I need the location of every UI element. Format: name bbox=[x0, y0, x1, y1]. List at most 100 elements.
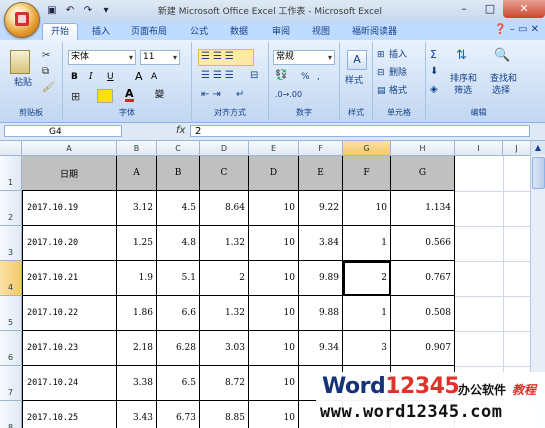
table-cell[interactable]: 6.28 bbox=[157, 331, 200, 366]
table-cell[interactable]: 10 bbox=[249, 366, 299, 401]
table-cell[interactable]: 2017.10.24 bbox=[22, 366, 117, 401]
shrink-font-button[interactable]: A bbox=[151, 70, 157, 84]
table-cell[interactable]: 1 bbox=[343, 296, 391, 331]
column-header-I[interactable]: I bbox=[455, 141, 503, 156]
format-cells-icon[interactable]: ▤ bbox=[377, 86, 386, 96]
column-header-G[interactable]: G bbox=[343, 141, 391, 156]
table-cell[interactable]: 2.18 bbox=[117, 331, 157, 366]
save-icon[interactable]: ▣ bbox=[44, 3, 60, 19]
column-header-C[interactable]: C bbox=[157, 141, 200, 156]
number-format-select[interactable]: 常规 bbox=[273, 50, 335, 65]
comma-button[interactable]: , bbox=[317, 70, 320, 84]
table-header-cell[interactable]: G bbox=[391, 156, 455, 191]
select-all-corner[interactable] bbox=[0, 141, 22, 156]
table-cell[interactable]: 0.767 bbox=[391, 261, 455, 296]
table-cell[interactable]: 2017.10.23 bbox=[22, 331, 117, 366]
cut-icon[interactable]: ✂ bbox=[42, 50, 50, 61]
phonetic-button[interactable]: 變 bbox=[155, 88, 164, 102]
fx-button[interactable]: fx bbox=[176, 125, 185, 136]
table-cell[interactable]: 3 bbox=[343, 331, 391, 366]
office-button[interactable] bbox=[4, 2, 40, 38]
table-cell[interactable]: 5.1 bbox=[157, 261, 200, 296]
table-cell[interactable]: 1.86 bbox=[117, 296, 157, 331]
table-cell[interactable]: 10 bbox=[249, 296, 299, 331]
table-cell[interactable]: 3.38 bbox=[117, 366, 157, 401]
column-header-J[interactable]: J bbox=[503, 141, 531, 156]
format-painter-icon[interactable]: 🖌 bbox=[42, 82, 55, 93]
table-cell[interactable]: 2017.10.21 bbox=[22, 261, 117, 296]
table-cell[interactable]: 4.8 bbox=[157, 226, 200, 261]
wrap-text-icon[interactable]: ↵ bbox=[236, 89, 244, 100]
insert-cells-button[interactable]: 插入 bbox=[389, 48, 407, 62]
table-cell[interactable]: 9.89 bbox=[299, 261, 343, 296]
clear-icon[interactable]: ◈ bbox=[430, 84, 438, 95]
table-cell[interactable]: 0.566 bbox=[391, 226, 455, 261]
paste-icon[interactable] bbox=[10, 50, 30, 74]
table-cell[interactable]: 8.64 bbox=[200, 191, 249, 226]
table-cell[interactable]: 9.34 bbox=[299, 331, 343, 366]
column-header-F[interactable]: F bbox=[299, 141, 343, 156]
name-box[interactable]: G4 bbox=[4, 125, 122, 137]
table-cell[interactable]: 6.73 bbox=[157, 401, 200, 428]
redo-icon[interactable]: ↷ bbox=[80, 3, 96, 19]
table-cell[interactable]: 10 bbox=[249, 191, 299, 226]
tab-data[interactable]: 数据 bbox=[230, 24, 248, 40]
table-cell[interactable]: 1 bbox=[343, 226, 391, 261]
row-header-3[interactable]: 3 bbox=[0, 226, 22, 261]
table-cell[interactable]: 3.03 bbox=[200, 331, 249, 366]
help-icon[interactable]: ❓ – ▭ ✕ bbox=[494, 24, 539, 35]
table-cell[interactable]: 6.5 bbox=[157, 366, 200, 401]
table-cell[interactable]: 0.907 bbox=[391, 331, 455, 366]
column-header-H[interactable]: H bbox=[391, 141, 455, 156]
scroll-up-icon[interactable]: ▲ bbox=[531, 141, 545, 155]
column-header-E[interactable]: E bbox=[249, 141, 299, 156]
underline-button[interactable]: U bbox=[107, 70, 114, 84]
sort-filter-icon[interactable]: ⇅ bbox=[456, 48, 467, 63]
table-cell[interactable]: 2017.10.19 bbox=[22, 191, 117, 226]
customize-qat-icon[interactable]: ▾ bbox=[98, 3, 114, 19]
table-cell[interactable]: 2017.10.20 bbox=[22, 226, 117, 261]
table-cell[interactable]: 1.9 bbox=[117, 261, 157, 296]
table-cell[interactable]: 1.134 bbox=[391, 191, 455, 226]
table-cell[interactable]: 3.84 bbox=[299, 226, 343, 261]
tab-foxit-reader[interactable]: 福昕阅读器 bbox=[352, 24, 397, 40]
sort-filter-button-2[interactable]: 筛选 bbox=[454, 84, 472, 98]
delete-cells-button[interactable]: 删除 bbox=[389, 66, 407, 80]
table-cell[interactable]: 1.32 bbox=[200, 296, 249, 331]
currency-icon[interactable]: 💱 bbox=[275, 70, 287, 81]
tab-formulas[interactable]: 公式 bbox=[190, 24, 208, 40]
row-header-8[interactable]: 8 bbox=[0, 401, 22, 428]
row-header-4[interactable]: 4 bbox=[0, 261, 22, 296]
row-header-2[interactable]: 2 bbox=[0, 191, 22, 226]
table-cell[interactable]: 3.43 bbox=[117, 401, 157, 428]
column-header-D[interactable]: D bbox=[200, 141, 249, 156]
column-header-A[interactable]: A bbox=[22, 141, 117, 156]
format-cells-button[interactable]: 格式 bbox=[389, 84, 407, 98]
minimize-button[interactable]: – bbox=[451, 0, 477, 18]
find-select-icon[interactable]: 🔍 bbox=[494, 48, 510, 63]
percent-button[interactable]: % bbox=[301, 70, 310, 84]
styles-icon[interactable]: A bbox=[347, 50, 367, 70]
styles-button[interactable]: 样式 bbox=[345, 74, 363, 88]
table-header-cell[interactable]: B bbox=[157, 156, 200, 191]
tab-view[interactable]: 视图 bbox=[312, 24, 330, 40]
table-header-cell[interactable]: 日期 bbox=[22, 156, 117, 191]
table-cell[interactable]: 10 bbox=[343, 191, 391, 226]
font-color-icon[interactable]: A bbox=[125, 88, 134, 102]
table-cell[interactable]: 10 bbox=[249, 331, 299, 366]
insert-cells-icon[interactable]: ⊞ bbox=[377, 50, 385, 60]
table-cell[interactable]: 0.508 bbox=[391, 296, 455, 331]
paste-button[interactable]: 粘贴 bbox=[14, 76, 32, 90]
font-name-select[interactable]: 宋体 bbox=[68, 50, 136, 65]
vertical-align-icons[interactable]: ☰☰☰ bbox=[201, 51, 237, 62]
row-header-7[interactable]: 7 bbox=[0, 366, 22, 401]
column-header-B[interactable]: B bbox=[117, 141, 157, 156]
table-cell[interactable]: 10 bbox=[249, 401, 299, 428]
italic-button[interactable]: I bbox=[89, 70, 93, 84]
row-header-6[interactable]: 6 bbox=[0, 331, 22, 366]
table-cell[interactable]: 3.12 bbox=[117, 191, 157, 226]
scroll-thumb[interactable] bbox=[532, 157, 545, 189]
fill-color-icon[interactable] bbox=[97, 89, 113, 103]
tab-page-layout[interactable]: 页面布局 bbox=[131, 24, 167, 40]
table-cell[interactable]: 9.88 bbox=[299, 296, 343, 331]
